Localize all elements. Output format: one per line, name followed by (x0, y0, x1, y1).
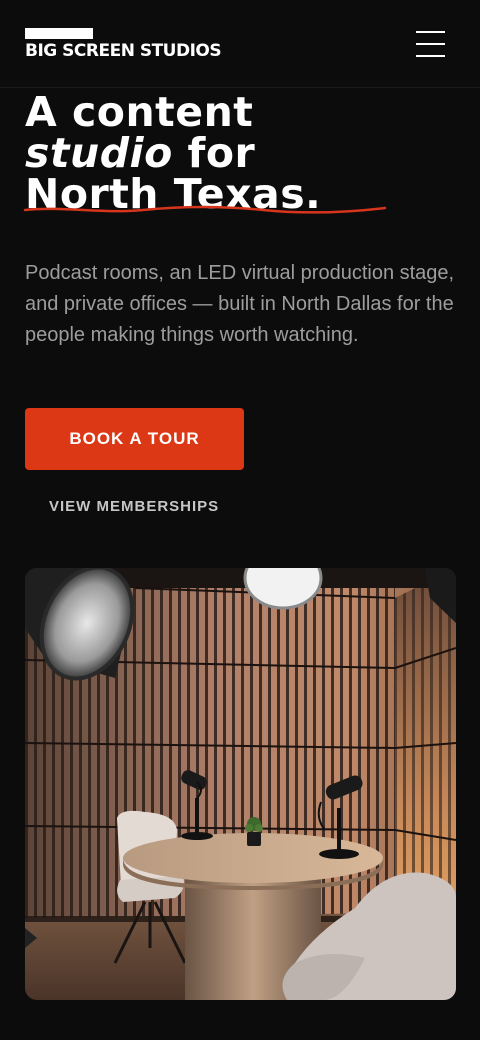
menu-line (416, 43, 445, 45)
hero-title: A content studio for North Texas. (23, 88, 465, 215)
podcast-studio-illustration (25, 568, 456, 1000)
red-squiggle-underline-icon (23, 205, 387, 214)
logo-bar (25, 28, 93, 39)
menu-line (416, 55, 445, 57)
hamburger-menu-icon (416, 31, 445, 33)
podcast-studio-photo (25, 568, 456, 1000)
hero-title-underlined: North Texas. (23, 174, 387, 215)
book-tour-button[interactable]: BOOK A TOUR (25, 408, 244, 470)
logo-wordmark: BIG SCREEN STUDIOS (25, 41, 222, 61)
hero-title-line-1: A content (25, 88, 254, 136)
brand-logo[interactable]: BIG SCREEN STUDIOS (25, 28, 222, 61)
hero-title-line-3: North Texas. (23, 174, 465, 215)
hero-subtitle: Podcast rooms, an LED virtual production… (25, 262, 455, 346)
view-memberships-link[interactable]: VIEW MEMBERSHIPS (49, 497, 219, 517)
site-header: BIG SCREEN STUDIOS (0, 0, 480, 88)
page: BIG SCREEN STUDIOS A content studio for … (0, 0, 480, 1040)
hero-title-line-2: studio for (25, 133, 465, 174)
menu-button[interactable] (408, 26, 452, 62)
